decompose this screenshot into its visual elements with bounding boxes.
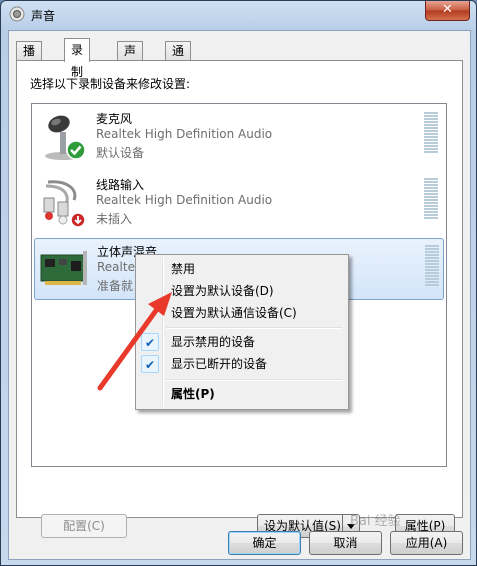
checkmark-icon: ✔ [141,355,159,373]
tab-sounds[interactable]: 声音 [117,41,144,77]
button-label: 确定 [252,536,277,550]
sound-card-icon [40,251,87,285]
menu-item-set-default-comm[interactable]: 设置为默认通信设备(C) [138,302,344,324]
button-label: 应用(A) [405,536,448,550]
menu-label: 显示已断开的设备 [171,357,268,371]
menu-item-properties[interactable]: 属性(P) [138,383,344,405]
device-driver: Realtek High Definition Audio [96,127,273,141]
tab-communications[interactable]: 通信 [165,41,192,77]
microphone-icon [45,115,86,160]
device-line-in[interactable]: 线路输入 Realtek High Definition Audio 未插入 [34,172,442,232]
window-title: 声音 [31,9,56,23]
menu-label: 设置为默认通信设备(C) [171,306,297,320]
menu-item-show-disabled[interactable]: ✔ 显示禁用的设备 [138,331,344,353]
tab-label: 录制 [71,43,84,79]
context-menu: 禁用 设置为默认设备(D) 设置为默认通信设备(C) ✔ 显示禁用的设备 ✔ 显… [135,254,349,410]
ok-button[interactable]: 确定 [228,531,301,555]
checkmark-icon: ✔ [141,333,159,351]
line-in-cable-icon [43,180,86,228]
level-meter [424,112,438,158]
tab-playback[interactable]: 播放 [16,41,43,77]
title-bar[interactable]: 声音 ✕ [1,1,476,27]
close-button[interactable]: ✕ [425,1,470,21]
menu-label: 显示禁用的设备 [171,335,256,349]
level-meter [424,178,438,224]
cancel-button[interactable]: 取消 [309,531,382,555]
menu-item-show-disconnected[interactable]: ✔ 显示已断开的设备 [138,353,344,375]
menu-item-disable[interactable]: 禁用 [138,258,344,280]
speaker-icon [9,6,25,22]
button-label: 配置(C) [63,519,105,533]
watermark: Bai 经验 [350,514,401,529]
menu-item-set-default-device[interactable]: 设置为默认设备(D) [138,280,344,302]
device-status: 未插入 [96,212,133,226]
menu-label: 属性(P) [171,387,215,401]
unplugged-arrow-icon [70,212,86,228]
device-driver: Realtek High Definition Audio [96,193,273,207]
menu-separator [166,327,342,329]
configure-button[interactable]: 配置(C) [41,514,127,538]
menu-label: 设置为默认设备(D) [171,284,274,298]
device-microphone[interactable]: 麦克风 Realtek High Definition Audio 默认设备 [34,106,442,166]
device-name: 线路输入 [96,178,145,192]
tab-recording[interactable]: 录制 [64,38,91,79]
device-status: 默认设备 [96,146,145,160]
device-status: 准备就 [97,279,134,293]
default-check-icon [66,140,86,160]
button-label: 取消 [333,536,358,550]
instruction-text: 选择以下录制设备来修改设置: [30,77,191,91]
menu-label: 禁用 [171,262,196,276]
menu-separator [166,379,342,381]
apply-button[interactable]: 应用(A) [390,531,463,555]
level-meter [425,245,439,291]
close-icon: ✕ [442,2,453,17]
device-name: 麦克风 [96,112,133,126]
